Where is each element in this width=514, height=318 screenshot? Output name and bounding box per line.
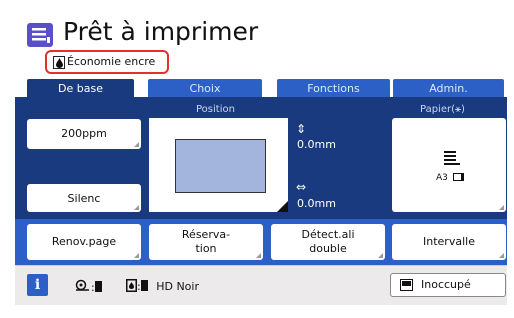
tab-admin[interactable]: Admin.: [393, 79, 504, 98]
horizontal-offset-value: 0.0mm: [297, 197, 336, 210]
print-speed-button[interactable]: 200ppm: [27, 119, 141, 149]
vertical-adjust-icon: ⇕: [296, 122, 307, 136]
reservation-label-line2: tion: [195, 242, 217, 255]
ink-saving-label: Économie encre: [67, 55, 156, 68]
monitor-icon: [400, 279, 413, 291]
tab-bar: De base Choix Fonctions Admin.: [15, 79, 507, 98]
corner-indicator: [134, 142, 139, 147]
print-speed-label: 200ppm: [61, 127, 107, 140]
idle-status-button[interactable]: Inoccupé: [390, 273, 506, 297]
paper-orientation-icon: [453, 173, 464, 181]
horizontal-adjust-icon: ⇔: [296, 180, 307, 194]
paper-tray-icon: [444, 151, 460, 165]
ink-level: : HD Noir: [126, 279, 199, 294]
corner-indicator: [134, 205, 139, 210]
paper-size-label: A3: [436, 173, 448, 183]
double-feed-label-line1: Détect.ali: [301, 228, 355, 241]
print-ready-screen: Prêt à imprimer Économie encre De base C…: [0, 0, 514, 318]
renew-page-button[interactable]: Renov.page: [27, 224, 141, 260]
tab-options[interactable]: Choix: [148, 79, 262, 98]
renew-page-label: Renov.page: [51, 235, 117, 248]
quiet-mode-button[interactable]: Silenc: [27, 184, 141, 212]
ink-cartridge-icon: [126, 279, 137, 292]
master-level: :: [75, 279, 102, 295]
quiet-mode-label: Silenc: [67, 192, 101, 205]
color-mode-label: HD Noir: [156, 280, 199, 293]
vertical-offset-value: 0.0mm: [297, 138, 336, 151]
idle-status-label: Inoccupé: [421, 278, 471, 291]
info-button[interactable]: i: [27, 274, 48, 296]
tab-basic[interactable]: De base: [27, 79, 134, 98]
ink-drop-icon: [53, 56, 65, 69]
ink-level-bar: [140, 280, 148, 291]
reservation-button[interactable]: Réserva- tion: [149, 224, 263, 260]
master-level-bar: [94, 281, 102, 292]
print-position-button[interactable]: [149, 118, 288, 212]
paper-label: Papier(⚹): [420, 104, 465, 115]
status-bar: i : : HD Noir Inoccupé: [15, 265, 507, 305]
corner-indicator: [499, 205, 504, 210]
position-label: Position: [196, 104, 235, 115]
corner-indicator: [277, 201, 288, 212]
double-feed-label-line2: double: [309, 242, 347, 255]
page-title: Prêt à imprimer: [63, 17, 259, 46]
tab-functions[interactable]: Fonctions: [277, 79, 390, 98]
master-roll-icon: [75, 279, 89, 291]
double-feed-detect-button[interactable]: Détect.ali double: [271, 224, 385, 260]
image-position-preview: [175, 139, 266, 193]
document-list-icon: [27, 23, 53, 47]
reservation-label-line1: Réserva-: [181, 228, 231, 241]
corner-indicator: [499, 253, 504, 258]
interval-label: Intervalle: [423, 235, 475, 248]
ink-saving-indicator[interactable]: Économie encre: [45, 50, 169, 74]
corner-indicator: [134, 253, 139, 258]
interval-button[interactable]: Intervalle: [392, 224, 506, 260]
paper-settings-button[interactable]: A3: [392, 118, 506, 212]
corner-indicator: [256, 253, 261, 258]
corner-indicator: [378, 253, 383, 258]
